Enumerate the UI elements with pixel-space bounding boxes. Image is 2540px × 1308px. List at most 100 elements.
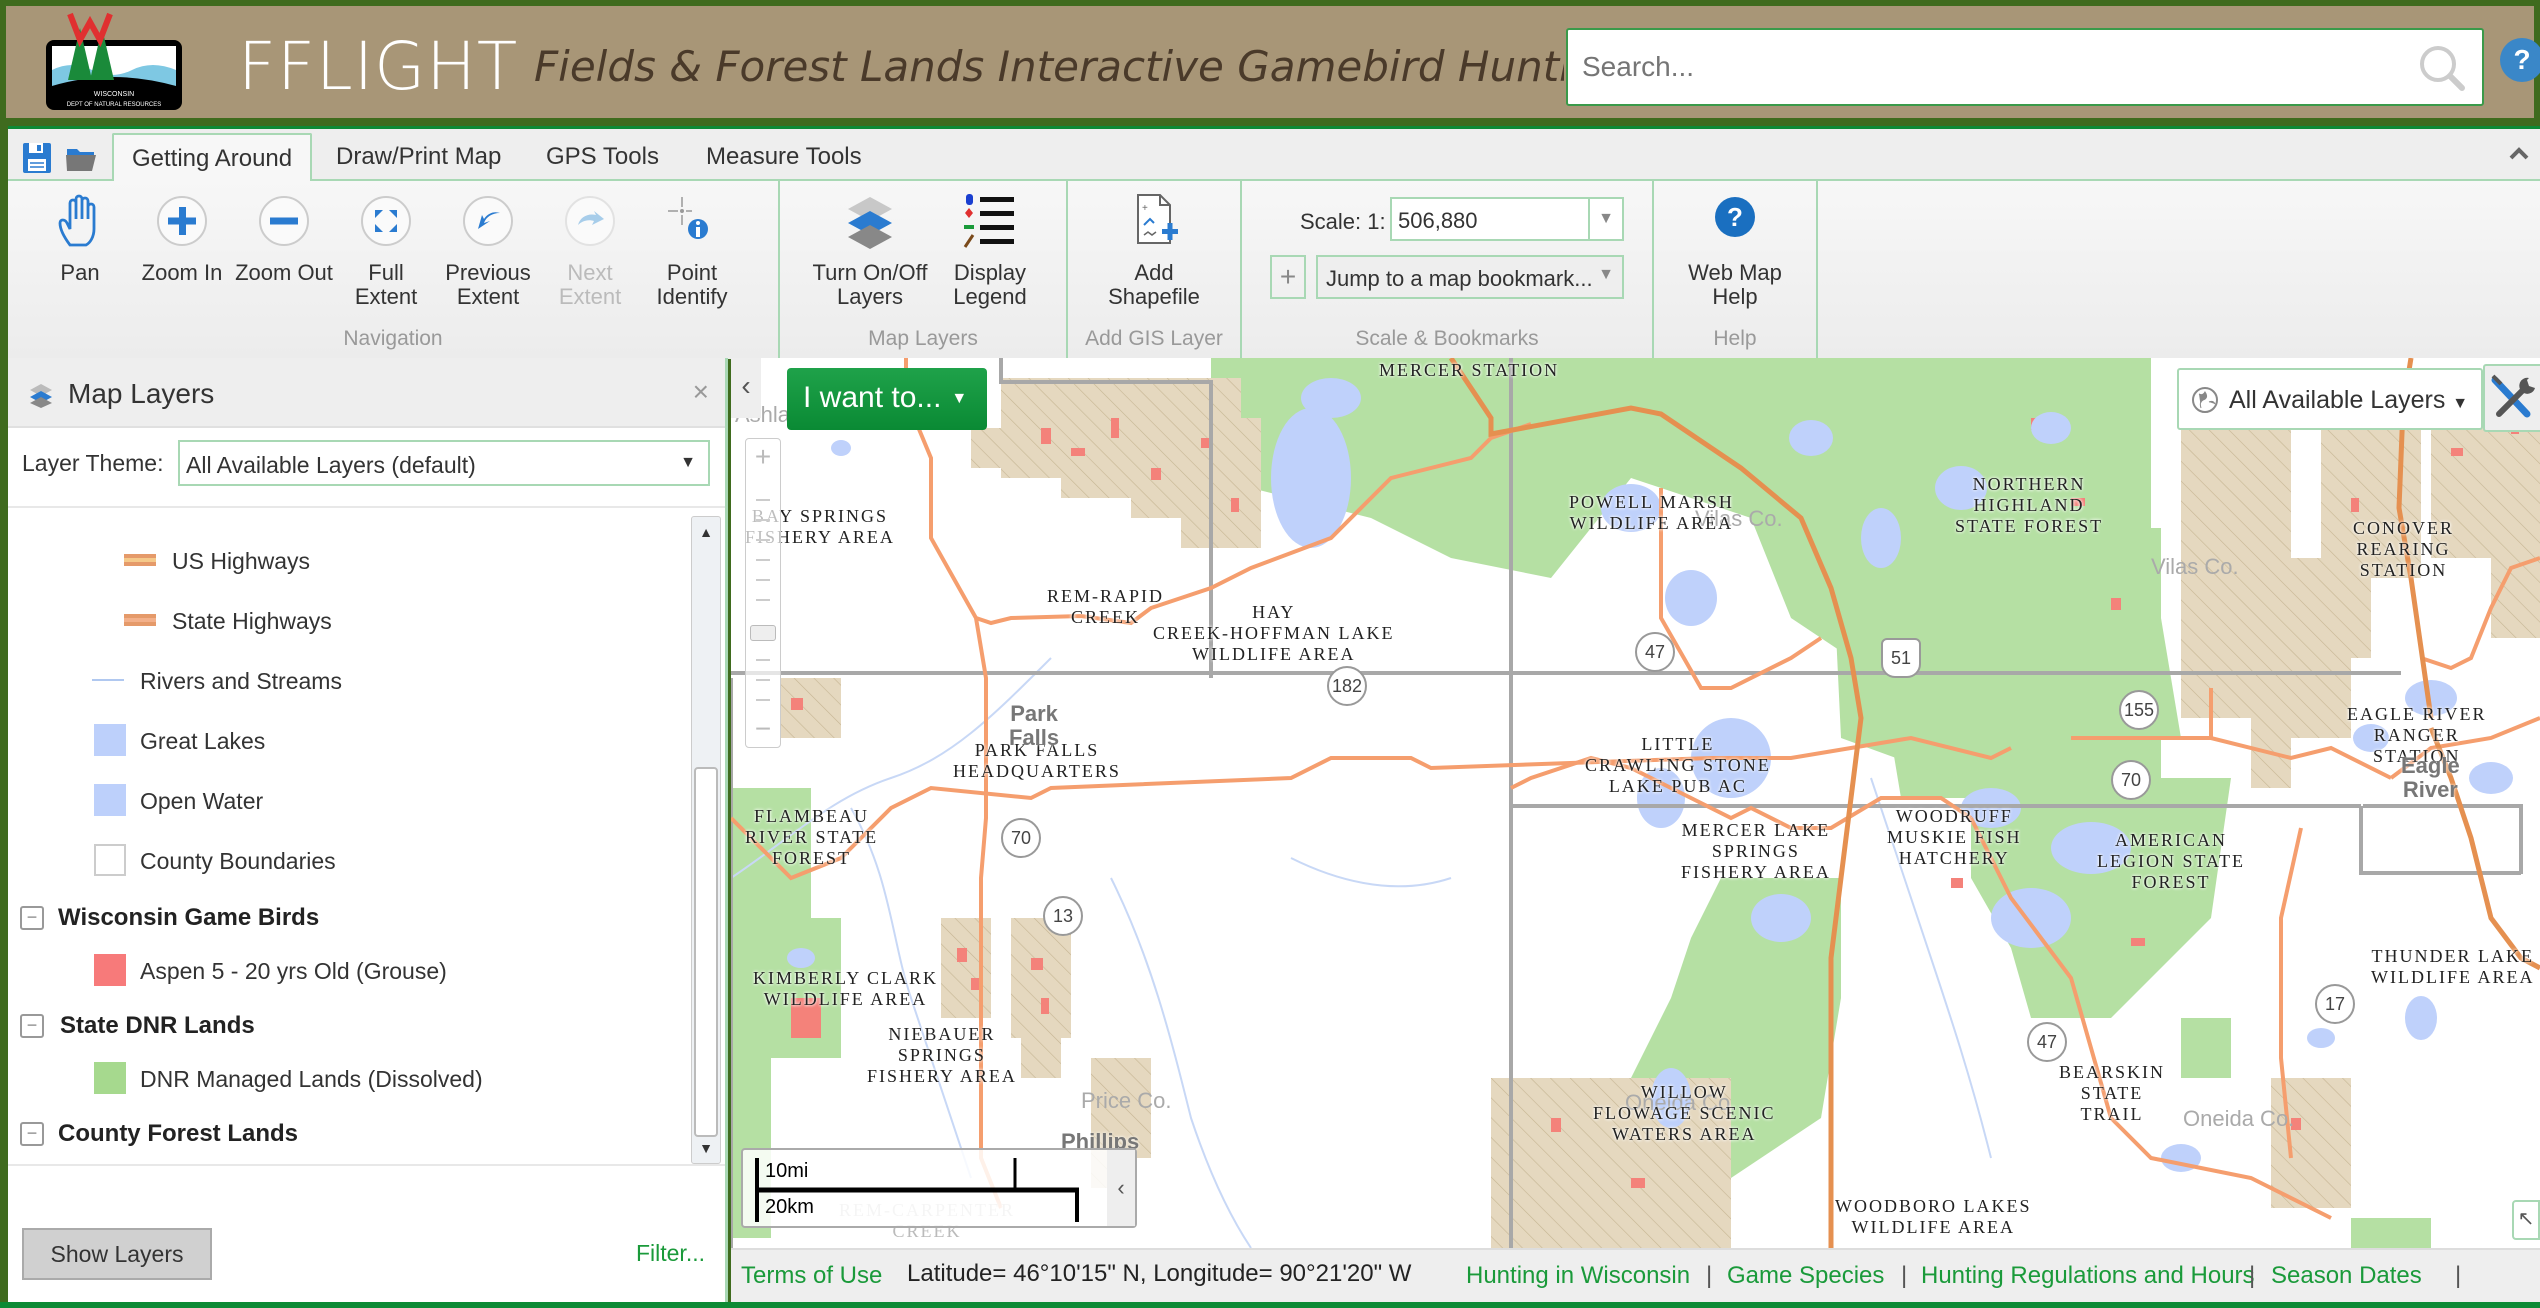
add-shapefile-button[interactable]: + Add Shapefile [1104, 191, 1204, 309]
full-extent-label: Full Extent [354, 260, 418, 309]
i-want-to-label: I want to... [803, 381, 942, 414]
scroll-up-icon[interactable]: ▲ [692, 517, 720, 547]
display-legend-button[interactable]: Display Legend [940, 191, 1040, 309]
add-shapefile-icon: + [1137, 194, 1178, 244]
point-identify-button[interactable]: Point Identify [642, 191, 742, 309]
highway-shield: 182 [1327, 666, 1367, 706]
add-bookmark-button[interactable]: + [1270, 255, 1306, 299]
tab-getting-around[interactable]: Getting Around [112, 133, 313, 183]
layer-theme-select[interactable]: All Available Layers (default) ▼ [178, 440, 710, 486]
pan-button[interactable]: Pan [30, 191, 130, 285]
layer-group[interactable]: − County Forest Lands [8, 1114, 688, 1154]
header-help-button[interactable]: ? [2500, 38, 2540, 82]
game-species-link[interactable]: Game Species [1727, 1262, 1884, 1290]
highway-shield: 47 [2027, 1022, 2067, 1062]
zoom-tick [756, 539, 770, 541]
separator: | [2455, 1262, 2462, 1289]
scale-input[interactable]: 506,880 ▼ [1390, 197, 1624, 241]
aspen-swatch [94, 954, 126, 986]
ribbon-collapse-button[interactable] [2508, 137, 2530, 168]
zoom-tick [756, 679, 770, 681]
zoom-out-icon[interactable]: − [746, 713, 780, 745]
tab-measure-tools[interactable]: Measure Tools [688, 133, 880, 183]
svg-text:+: + [1142, 203, 1148, 214]
web-map-help-button[interactable]: ? Web Map Help [1680, 191, 1790, 309]
highway-shield: 155 [2119, 690, 2159, 730]
layer-item[interactable]: US Highways [8, 542, 688, 582]
next-extent-button[interactable]: Next Extent [540, 191, 640, 309]
map-label: AMERICAN LEGION STATE FOREST [2097, 830, 2246, 892]
tools-button[interactable] [2483, 364, 2540, 432]
collapse-toggle-icon[interactable]: − [20, 906, 44, 930]
zoom-in-icon [157, 196, 207, 246]
help-icon: ? [1715, 197, 1755, 237]
previous-extent-button[interactable]: Previous Extent [438, 191, 538, 309]
highway-shield: 70 [1001, 818, 1041, 858]
next-extent-label: Next Extent [558, 260, 622, 309]
layer-theme-label: Layer Theme: [22, 450, 164, 476]
county-label: Oneida Co. [2183, 1106, 2295, 1131]
show-layers-button[interactable]: Show Layers [22, 1228, 212, 1280]
scrollbar-thumb[interactable] [694, 767, 718, 1137]
layer-item[interactable]: Rivers and Streams [8, 662, 688, 702]
collapse-toggle-icon[interactable]: − [20, 1122, 44, 1146]
layer-group[interactable]: − Wisconsin Game Birds [8, 898, 688, 938]
zoom-out-button[interactable]: Zoom Out [234, 191, 334, 285]
collapse-panel-button[interactable]: ‹ [731, 358, 761, 418]
tab-gps-tools[interactable]: GPS Tools [528, 133, 677, 183]
map-label: POWELL MARSH WILDLIFE AREA [1569, 492, 1734, 533]
scale-bar-collapse-button[interactable]: ‹ [1107, 1150, 1135, 1226]
season-dates-link[interactable]: Season Dates [2271, 1262, 2422, 1290]
county-label: Price Co. [1081, 1088, 1172, 1113]
app-window: WISCONSIN DEPT OF NATURAL RESOURCES FFLI… [0, 0, 2540, 1308]
hunting-in-wisconsin-link[interactable]: Hunting in Wisconsin [1466, 1262, 1690, 1290]
caret-down-icon: ▼ [2452, 395, 2469, 412]
layer-item[interactable]: DNR Managed Lands (Dissolved) [8, 1060, 688, 1100]
river-swatch [92, 679, 124, 681]
layer-item[interactable]: County Boundaries [8, 842, 688, 882]
open-folder-icon[interactable] [64, 141, 98, 175]
layer-theme-button[interactable]: All Available Layers ▼ [2177, 368, 2483, 430]
search-input[interactable] [1582, 40, 2402, 94]
map-view[interactable]: Ashland Co. Vilas Co. Vilas Co. Price Co… [731, 358, 2540, 1248]
full-extent-button[interactable]: Full Extent [336, 191, 436, 309]
zoom-slider[interactable]: + − [745, 438, 781, 748]
layer-item[interactable]: Open Water [8, 782, 688, 822]
search-icon[interactable] [2416, 42, 2468, 94]
terms-of-use-link[interactable]: Terms of Use [741, 1262, 882, 1290]
save-icon[interactable] [20, 141, 54, 175]
layer-item[interactable]: State Highways [8, 602, 688, 642]
zoom-in-icon[interactable]: + [746, 441, 780, 473]
close-icon[interactable]: × [693, 376, 709, 408]
collapse-toggle-icon[interactable]: − [20, 1014, 44, 1038]
hunting-regulations-link[interactable]: Hunting Regulations and Hours [1921, 1262, 2255, 1290]
overview-map-toggle[interactable]: ↖ [2512, 1200, 2540, 1240]
zoom-in-button[interactable]: Zoom In [132, 191, 232, 285]
highway-shield: 17 [2315, 984, 2355, 1024]
scroll-down-icon[interactable]: ▼ [692, 1133, 720, 1163]
add-gis-layer-group: + Add Shapefile Add GIS Layer [1068, 181, 1242, 359]
hand-icon [58, 194, 96, 247]
status-footer: Terms of Use Latitude= 46°10'15" N, Long… [731, 1248, 2540, 1302]
ribbon-tab-bar: Getting Around Draw/Print Map GPS Tools … [8, 129, 2540, 183]
ribbon-body: Pan Zoom In Zoom Out Full Extent Previou… [8, 181, 2540, 359]
zoom-slider-handle[interactable] [750, 625, 776, 641]
logo-text-1: WISCONSIN [94, 91, 134, 98]
bookmark-select[interactable]: Jump to a map bookmark... ▼ [1316, 255, 1624, 299]
map-label: WOODBORO LAKES WILDLIFE AREA [1835, 1196, 2032, 1237]
scale-dropdown-icon[interactable]: ▼ [1588, 199, 1622, 239]
full-extent-icon [361, 196, 411, 246]
layer-list-scrollbar[interactable]: ▲ ▼ [691, 516, 721, 1164]
filter-link[interactable]: Filter... [636, 1240, 705, 1267]
layer-item[interactable]: Aspen 5 - 20 yrs Old (Grouse) [8, 952, 688, 992]
tab-draw-print-map[interactable]: Draw/Print Map [318, 133, 519, 183]
layer-item[interactable]: Great Lakes [8, 722, 688, 762]
turn-on-off-layers-button[interactable]: Turn On/Off Layers [810, 191, 930, 309]
separator: | [1901, 1262, 1908, 1289]
zoom-tick [756, 699, 770, 701]
zoom-tick [756, 559, 770, 561]
scale-bar-km: 20km [765, 1196, 814, 1218]
layer-group[interactable]: − State DNR Lands [8, 1006, 688, 1046]
map-label: KIMBERLY CLARK WILDLIFE AREA [753, 968, 939, 1009]
i-want-to-menu-button[interactable]: I want to... ▼ [787, 368, 987, 430]
